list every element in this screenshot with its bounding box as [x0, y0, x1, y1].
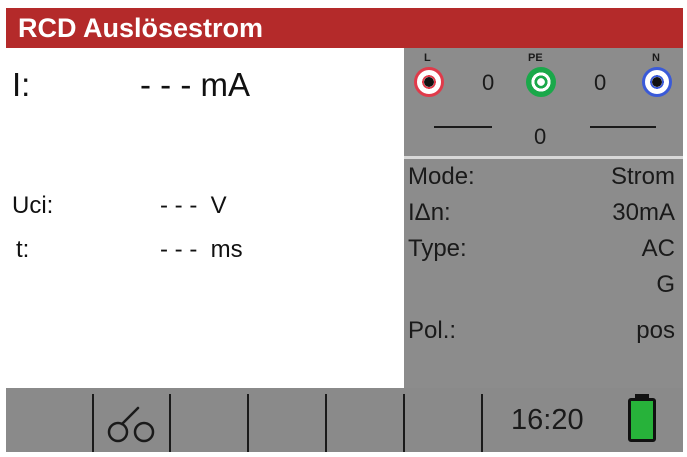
device-screen: RCD Auslösestrom I: - - - mA Uci: - - - … — [6, 8, 683, 452]
l-n-bracket-right — [590, 126, 656, 128]
parameter-panel: Mode: Strom IΔn: 30mA Type: AC G Pol.: p… — [404, 159, 683, 388]
param-label: Type: — [408, 235, 467, 262]
softkey-probe[interactable] — [94, 388, 170, 452]
softkey-separator — [481, 394, 483, 452]
param-label: Mode: — [408, 163, 475, 190]
probe-switch-icon — [107, 406, 155, 443]
terminal-l-icon — [414, 67, 444, 97]
l-n-bracket-left — [434, 126, 492, 128]
terminal-l-label: L — [424, 52, 431, 64]
current-label: I: — [12, 66, 31, 103]
uci-label: Uci: — [12, 192, 54, 219]
terminal-pe-icon — [526, 67, 556, 97]
uci-value: - - - V — [160, 192, 227, 219]
pe-n-value: 0 — [594, 70, 607, 95]
param-row-idn: IΔn: 30mA — [404, 199, 683, 233]
terminal-n-label: N — [652, 52, 660, 64]
terminal-pe-label: PE — [528, 52, 543, 64]
param-value: Strom — [610, 163, 675, 190]
terminal-panel: L PE N 0 0 0 — [404, 48, 683, 156]
param-value: 30mA — [612, 199, 675, 226]
softkey-bar: 16:20 — [6, 388, 683, 452]
param-value: G — [656, 271, 675, 298]
param-value: pos — [636, 317, 675, 344]
l-pe-value: 0 — [482, 70, 495, 95]
clock: 16:20 — [511, 404, 584, 436]
param-label: Pol.: — [408, 317, 457, 344]
battery-icon — [628, 398, 656, 442]
softkey-6[interactable] — [405, 388, 481, 452]
l-n-value: 0 — [534, 124, 547, 149]
time-label: t: — [16, 236, 30, 263]
softkey-3[interactable] — [171, 388, 247, 452]
measurement-panel: I: - - - mA Uci: - - - V t: - - - ms — [6, 48, 404, 388]
param-row-polarity: Pol.: pos — [404, 317, 683, 351]
param-row-mode: Mode: Strom — [404, 163, 683, 197]
softkey-5[interactable] — [327, 388, 403, 452]
terminal-n-icon — [642, 67, 672, 97]
param-label: IΔn: — [408, 199, 451, 226]
param-row-type-g: G — [404, 271, 683, 305]
param-value: AC — [641, 235, 675, 262]
time-value: - - - ms — [160, 236, 243, 263]
param-row-type: Type: AC — [404, 235, 683, 269]
current-value: - - - mA — [140, 66, 250, 103]
screen-title: RCD Auslösestrom — [6, 8, 683, 48]
softkey-4[interactable] — [249, 388, 325, 452]
